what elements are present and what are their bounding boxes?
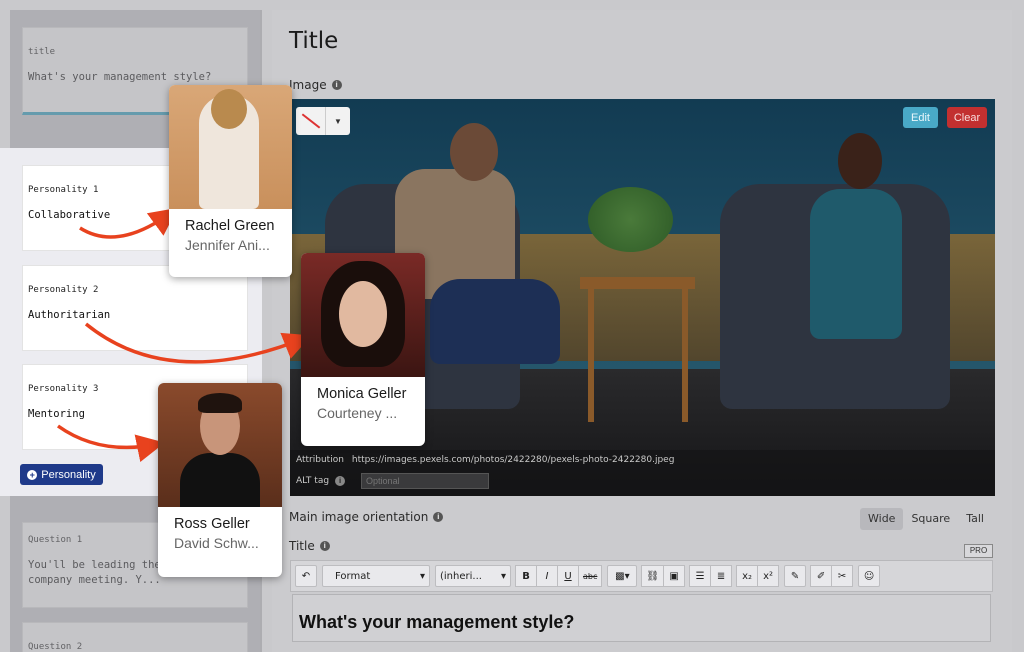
personality-1-value: Collaborative	[28, 209, 111, 221]
question-1-label: Question 1	[28, 535, 83, 545]
bullet-list-icon[interactable]: ☰	[689, 565, 712, 587]
paint-group: ✐ ✂	[810, 565, 854, 587]
personality-2-label: Personality 2	[28, 285, 99, 295]
character-card-monica[interactable]: Monica Geller Courteney ...	[301, 253, 425, 446]
question-1-value: You'll be leading the company meeting. Y…	[28, 559, 161, 586]
question-card-2[interactable]: Question 2	[22, 622, 248, 652]
character-actor: Jennifer Ani...	[185, 237, 270, 253]
attribution-row: Attribution https://images.pexels.com/ph…	[296, 455, 674, 465]
photo-plant	[588, 187, 673, 252]
title-editor-text: What's your management style?	[299, 612, 575, 632]
title-card-label: title	[28, 47, 56, 57]
photo-table-leg-left	[588, 287, 594, 422]
orientation-field-label: Main image orientation i	[289, 510, 444, 524]
ross-hair	[198, 393, 242, 413]
orientation-wide[interactable]: Wide	[860, 508, 904, 530]
info-icon[interactable]: i	[433, 512, 444, 522]
photo-man-head	[450, 123, 498, 181]
alt-tag-input[interactable]	[361, 473, 490, 489]
rich-text-toolbar: ↶ Format ▾ (inheri... ▾ B I U abc ▩▾ ⛓ ▣…	[290, 560, 993, 592]
no-color-swatch-icon[interactable]	[296, 107, 326, 135]
emoji-icon[interactable]: ☺	[858, 565, 881, 587]
attribution-url[interactable]: https://images.pexels.com/photos/2422280…	[352, 455, 675, 465]
character-card-rachel[interactable]: Rachel Green Jennifer Ani...	[169, 85, 292, 277]
title-field-label: Title i	[289, 539, 330, 553]
photo-table-leg-right	[682, 287, 688, 422]
link-icon[interactable]: ⛓	[641, 565, 665, 587]
text-style-group: B I U abc	[515, 565, 603, 587]
chevron-down-icon: ▾	[419, 570, 425, 582]
monica-photo	[301, 253, 425, 377]
alt-tag-row: ALT tag i	[296, 473, 490, 489]
photo-woman	[810, 189, 902, 339]
character-actor: David Schw...	[174, 535, 259, 551]
info-icon[interactable]: i	[335, 476, 346, 486]
script-group: x₂ x²	[736, 565, 780, 587]
character-card-ross[interactable]: Ross Geller David Schw...	[158, 383, 282, 577]
image-swatch-tool[interactable]: ▼	[296, 107, 350, 135]
personality-3-label: Personality 3	[28, 384, 99, 394]
orientation-square[interactable]: Square	[903, 508, 958, 530]
font-dropdown[interactable]: (inheri... ▾	[435, 565, 511, 587]
info-icon[interactable]: i	[331, 80, 342, 90]
eraser-icon[interactable]: ✂	[831, 565, 854, 587]
clear-image-button[interactable]: Clear	[947, 107, 987, 128]
strikethrough-button[interactable]: abc	[578, 565, 603, 587]
bold-button[interactable]: B	[515, 565, 537, 587]
format-dropdown[interactable]: Format ▾	[322, 565, 430, 587]
image-label-text: Image	[289, 78, 327, 92]
chevron-down-icon: ▾	[500, 570, 506, 582]
ross-body	[180, 453, 260, 507]
monica-face	[339, 281, 387, 347]
orientation-label-text: Main image orientation	[289, 510, 429, 524]
clear-format-icon[interactable]: ✎	[784, 565, 807, 587]
format-label: Format	[335, 570, 371, 582]
info-icon[interactable]: i	[319, 541, 330, 551]
title-card-value: What's your management style?	[28, 71, 212, 83]
rachel-photo	[169, 85, 292, 209]
insert-group: ⛓ ▣	[641, 565, 686, 587]
numbered-list-icon[interactable]: ≣	[710, 565, 733, 587]
undo-icon[interactable]: ↶	[295, 565, 317, 587]
personality-1-label: Personality 1	[28, 185, 99, 195]
ross-photo	[158, 383, 282, 507]
question-2-label: Question 2	[28, 642, 83, 652]
character-actor: Courteney ...	[317, 405, 398, 421]
list-group: ☰ ≣	[689, 565, 733, 587]
edit-image-button[interactable]: Edit	[903, 107, 938, 128]
underline-button[interactable]: U	[557, 565, 579, 587]
add-personality-label: Personality	[41, 468, 96, 481]
image-field-label: Image i	[289, 78, 342, 92]
paint-brush-icon[interactable]: ✐	[810, 565, 833, 587]
image-icon[interactable]: ▣	[663, 565, 686, 587]
orientation-tall[interactable]: Tall	[958, 508, 992, 530]
subscript-button[interactable]: x₂	[736, 565, 759, 587]
alt-tag-label: ALT tag	[296, 476, 330, 486]
superscript-button[interactable]: x²	[757, 565, 780, 587]
font-label: (inheri...	[440, 570, 482, 582]
rachel-hair	[211, 89, 247, 129]
attribution-label: Attribution	[296, 455, 344, 465]
personality-2-value: Authoritarian	[28, 309, 111, 321]
photo-woman-head	[838, 133, 882, 189]
photo-side-table	[580, 277, 695, 289]
character-name: Monica Geller	[317, 386, 407, 402]
character-name: Ross Geller	[174, 516, 250, 532]
chevron-down-icon[interactable]: ▼	[326, 107, 350, 135]
plus-icon: +	[27, 469, 38, 480]
pro-badge: PRO	[964, 544, 993, 558]
text-color-icon[interactable]: ▩▾	[607, 565, 638, 587]
character-name: Rachel Green	[185, 218, 275, 234]
personality-3-value: Mentoring	[28, 408, 85, 420]
title-field-label-text: Title	[289, 539, 315, 553]
page-title: Title	[289, 28, 339, 54]
italic-button[interactable]: I	[536, 565, 558, 587]
personality-card-2[interactable]: Personality 2 Authoritarian	[22, 265, 248, 351]
orientation-toggle: Wide Square Tall	[860, 508, 992, 530]
photo-man-legs	[430, 279, 560, 364]
add-personality-button[interactable]: + Personality	[20, 464, 103, 485]
